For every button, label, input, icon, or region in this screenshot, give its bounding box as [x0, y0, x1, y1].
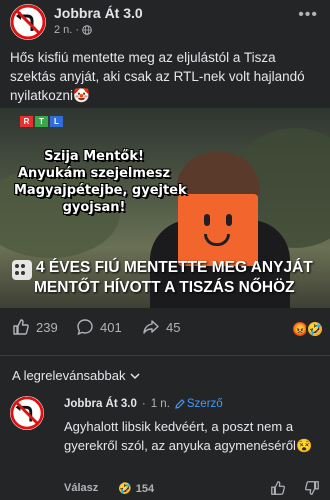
post-actions: 239 401 45 😡 🤣 — [0, 318, 330, 344]
comment-header: Jobbra Át 3.0 · 1 n. Szerző — [64, 398, 223, 410]
author-badge: Szerző — [175, 398, 223, 410]
no-left-turn-sign-icon — [10, 4, 46, 40]
thumbs-up-icon — [13, 319, 29, 335]
more-options-icon[interactable]: ••• — [298, 6, 318, 24]
laugh-reaction-icon: 🤣 — [306, 320, 324, 338]
comment-time[interactable]: 1 n. — [151, 398, 170, 410]
divider — [0, 355, 330, 356]
comment-reactions[interactable]: 🤣 154 — [118, 482, 155, 496]
pencil-icon — [175, 399, 185, 409]
reaction-summary[interactable]: 😡 🤣 — [291, 320, 324, 338]
thumbs-down-icon[interactable] — [304, 480, 320, 496]
comment-author[interactable]: Jobbra Át 3.0 — [64, 398, 137, 410]
comment-avatar[interactable] — [10, 396, 44, 430]
post-meta: 2 n. · — [54, 24, 92, 36]
ticker-line-1: 4 ÉVES FIÚ MENTETTE MEG ANYJÁT — [36, 259, 313, 276]
image-caption: Szija Mentők! Anyukám szejelmesz Magyajp… — [14, 149, 187, 215]
comment-icon — [77, 319, 93, 336]
share-count: 45 — [166, 319, 181, 335]
comment-button[interactable]: 401 — [76, 318, 122, 336]
share-icon — [143, 320, 159, 334]
comment-text: Agyhalott libsik kedvéért, a poszt nem a… — [64, 419, 313, 453]
comment-count: 401 — [100, 319, 122, 335]
page-avatar[interactable] — [10, 4, 46, 40]
share-button[interactable]: 45 — [142, 318, 180, 336]
like-button[interactable]: 239 — [12, 318, 58, 336]
globe-icon — [82, 25, 92, 35]
comment-sort-dropdown[interactable]: A legrelevánsabbak — [12, 368, 141, 383]
post-image[interactable]: R T L Szija Mentők! Anyukám szejelmesz M… — [0, 108, 330, 308]
thumbs-up-icon[interactable] — [270, 480, 286, 496]
post-author[interactable]: Jobbra Át 3.0 — [54, 5, 143, 21]
censored-face-icon — [178, 194, 258, 266]
comment-footer: Válasz 🤣 154 — [64, 480, 324, 498]
reply-button[interactable]: Válasz — [64, 482, 98, 494]
no-left-turn-sign-icon — [10, 396, 44, 430]
news-ticker: 4 ÉVES FIÚ MENTETTE MEG ANYJÁT MENTŐT HÍ… — [0, 258, 330, 302]
laugh-reaction-icon: 🤣 — [118, 483, 132, 495]
post-page: Jobbra Át 3.0 2 n. · ••• Hős kisfiú ment… — [0, 0, 330, 500]
post-header: Jobbra Át 3.0 2 n. · ••• — [0, 0, 330, 44]
chevron-down-icon — [130, 372, 141, 379]
post-text: Hős kisfiú mentette meg az eljulástól a … — [10, 50, 305, 103]
post-time[interactable]: 2 n. — [54, 24, 72, 36]
like-count: 239 — [36, 319, 58, 335]
news-tag-icon — [12, 260, 32, 280]
comment-reaction-count: 154 — [135, 482, 155, 495]
ticker-line-2: MENTŐT HÍVOTT A TISZÁS NŐHÖZ — [34, 279, 295, 296]
rtl-logo: R T L — [20, 116, 63, 127]
comment-sort-label: A legrelevánsabbak — [12, 368, 126, 383]
